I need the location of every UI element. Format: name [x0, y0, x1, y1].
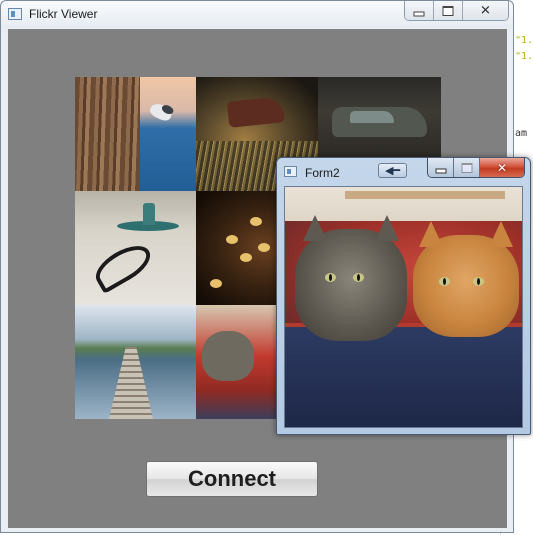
close-button[interactable]: ✕ [463, 1, 508, 20]
window-title: Flickr Viewer [29, 7, 98, 21]
form2-maximize-button[interactable] [454, 158, 480, 177]
photo-tile-tree-bark[interactable] [75, 77, 140, 191]
form2-client-area [284, 186, 523, 428]
app-window-icon [284, 166, 297, 177]
photo-tile-nuthatch-bird[interactable] [140, 77, 196, 191]
close-icon: ✕ [496, 160, 508, 175]
connect-button[interactable]: Connect [146, 461, 318, 497]
photo-tile-lake-dock[interactable] [75, 305, 196, 419]
arrow-left-icon: ◀━ [384, 164, 401, 177]
large-photo-two-cats [285, 187, 522, 427]
close-icon: ✕ [480, 3, 491, 18]
back-button[interactable]: ◀━ [378, 163, 407, 178]
editor-code-fragment: am [515, 128, 528, 139]
form2-title: Form2 [305, 166, 340, 180]
form2-caption-buttons: ✕ [427, 158, 525, 178]
maximize-button[interactable] [434, 1, 463, 20]
minimize-icon [413, 11, 425, 16]
editor-code-fragment: "1. [515, 51, 533, 62]
photo-tile-candle-holder[interactable] [75, 191, 196, 305]
minimize-icon [435, 168, 446, 173]
caption-buttons: ✕ [404, 1, 509, 21]
maximize-icon [461, 162, 472, 173]
app-window-icon [8, 8, 22, 20]
form2-window: Form2 ◀━ ✕ [276, 157, 531, 435]
maximize-icon [442, 5, 454, 16]
minimize-button[interactable] [405, 1, 434, 20]
title-bar[interactable]: Flickr Viewer ✕ [1, 1, 513, 28]
editor-code-fragment: "1. [515, 35, 533, 46]
form2-close-button[interactable]: ✕ [480, 158, 524, 177]
form2-minimize-button[interactable] [428, 158, 454, 177]
